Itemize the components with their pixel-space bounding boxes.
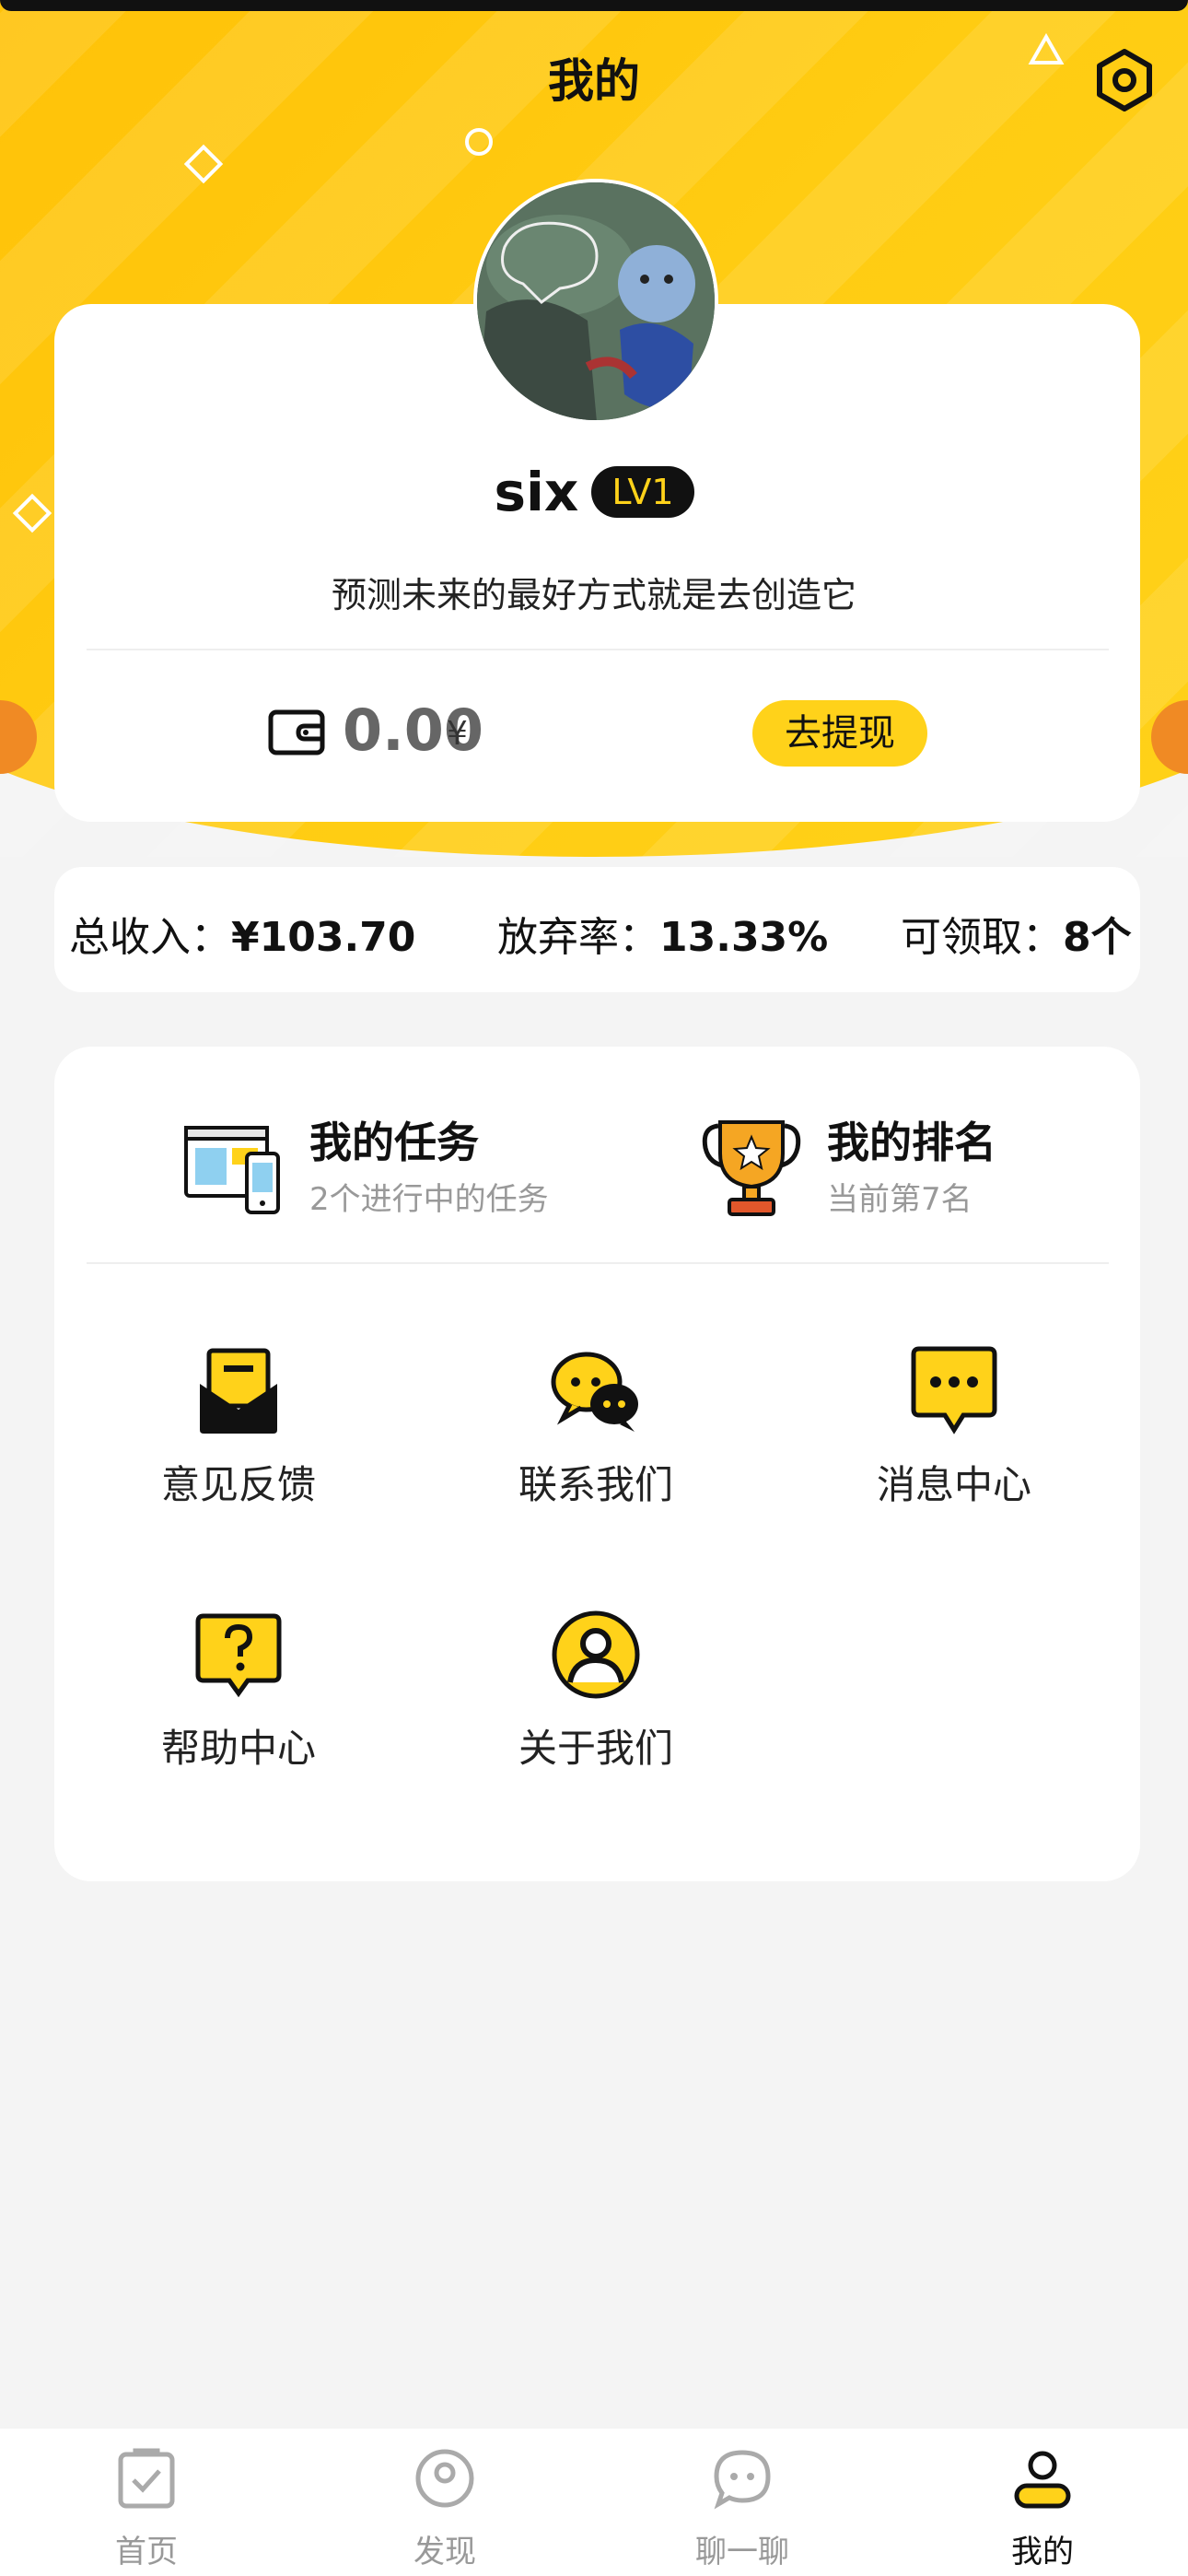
profile-motto: 预测未来的最好方式就是去创造它 [331, 575, 856, 615]
tab-label: 首页 [115, 2534, 178, 2570]
menu-item-contact[interactable]: 联系我们 [458, 1345, 734, 1529]
avatar-image [477, 182, 715, 420]
decor-circle-icon [465, 128, 493, 156]
menu-item-about[interactable]: 关于我们 [458, 1609, 734, 1793]
trophy-icon [702, 1120, 801, 1216]
stat-abandon-rate: 放弃率：13.33% [497, 904, 828, 963]
username: six [494, 461, 579, 523]
menu-item-feedback[interactable]: 意见反馈 [100, 1345, 377, 1529]
page-title: 我的 [548, 54, 640, 108]
help-question-icon [195, 1613, 282, 1698]
about-user-icon [552, 1610, 640, 1699]
menu-label: 联系我们 [518, 1462, 673, 1507]
message-dots-icon [911, 1346, 997, 1434]
stat-value: 13.33% [659, 914, 829, 961]
tasks-subtitle: 2个进行中的任务 [309, 1181, 549, 1218]
decor-diamond-icon [183, 144, 224, 184]
tab-bar: 首页 发现 聊一聊 我的 [0, 2429, 1188, 2576]
tab-mine[interactable]: 我的 [950, 2429, 1135, 2576]
withdraw-button[interactable]: 去提现 [752, 700, 927, 767]
menu-item-help[interactable]: 帮助中心 [100, 1609, 377, 1793]
divider [87, 649, 1109, 650]
divider [87, 1262, 1109, 1264]
chat-bubble-icon [714, 2450, 771, 2510]
stat-value: 8个 [1063, 914, 1132, 961]
feedback-envelope-icon [200, 1348, 277, 1434]
avatar[interactable] [473, 179, 718, 424]
profile-name-row: six LV1 [0, 461, 1188, 523]
tab-home[interactable]: 首页 [54, 2429, 239, 2576]
stat-label: 放弃率： [497, 914, 659, 961]
rank-title: 我的排名 [827, 1118, 996, 1167]
tab-label: 我的 [1011, 2534, 1074, 2570]
tab-label: 聊一聊 [695, 2534, 789, 2570]
menu-label: 意见反馈 [160, 1462, 316, 1507]
mine-user-icon [1014, 2451, 1071, 2509]
home-clipboard-icon [118, 2448, 175, 2509]
level-badge: LV1 [591, 466, 694, 518]
menu-label: 帮助中心 [160, 1726, 316, 1771]
stat-claimable: 可领取：8个 [901, 904, 1132, 963]
stats-bar: 总收入：¥103.70 放弃率：13.33% 可领取：8个 [54, 867, 1140, 992]
status-bar [0, 0, 1188, 11]
tasks-icon [184, 1126, 280, 1214]
my-rank-entry[interactable]: 我的排名 当前第7名 [700, 1106, 1068, 1225]
tab-discover[interactable]: 发现 [353, 2429, 537, 2576]
settings-icon[interactable] [1092, 48, 1157, 112]
currency-symbol: ¥ [447, 715, 468, 753]
discover-compass-icon [415, 2449, 474, 2508]
menu-item-messages[interactable]: 消息中心 [816, 1345, 1092, 1529]
tasks-title: 我的任务 [309, 1118, 479, 1167]
tab-chat[interactable]: 聊一聊 [650, 2429, 834, 2576]
rank-subtitle: 当前第7名 [827, 1181, 973, 1218]
stat-total-income: 总收入：¥103.70 [69, 904, 415, 963]
wallet-icon [268, 709, 325, 755]
my-tasks-entry[interactable]: 我的任务 2个进行中的任务 [182, 1106, 597, 1225]
stat-value: ¥103.70 [231, 914, 416, 961]
stat-label: 总收入： [69, 914, 231, 961]
menu-label: 关于我们 [518, 1726, 673, 1771]
menu-label: 消息中心 [876, 1462, 1031, 1507]
tab-label: 发现 [413, 2534, 476, 2570]
stat-label: 可领取： [901, 914, 1063, 961]
contact-chat-bubbles-icon [551, 1352, 638, 1432]
